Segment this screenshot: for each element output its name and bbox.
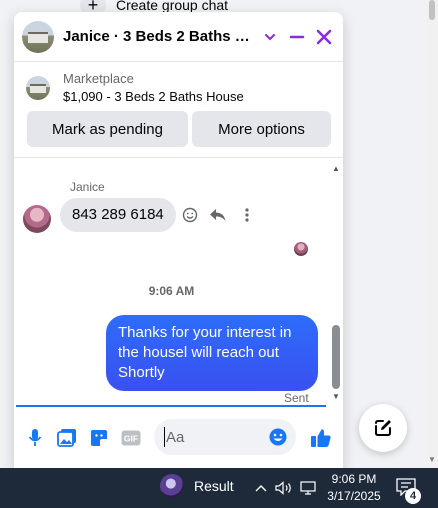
network-icon[interactable]	[299, 479, 317, 497]
chat-window: Janice · 3 Beds 2 Baths House Marketplac…	[14, 12, 343, 470]
gif-icon[interactable]: GIF	[120, 427, 142, 449]
mark-as-pending-button[interactable]: Mark as pending	[27, 111, 188, 147]
microphone-icon[interactable]	[24, 427, 46, 449]
page-scrollbar[interactable]: ▼	[426, 0, 438, 468]
system-clock[interactable]: 9:06 PM 3/17/2025	[324, 471, 384, 505]
chat-title[interactable]: Janice · 3 Beds 2 Baths House	[63, 28, 259, 45]
photo-icon[interactable]	[56, 427, 78, 449]
close-icon[interactable]	[312, 25, 336, 49]
taskbar-app-label: Result	[194, 478, 234, 494]
listing-thumbnail	[26, 76, 50, 100]
clock-date: 3/17/2025	[327, 489, 381, 503]
listing-avatar	[22, 20, 54, 53]
incoming-message[interactable]: 843 289 6184	[60, 198, 176, 232]
message-list[interactable]: Janice 843 289 6184 9:06 AM Thanks for y…	[14, 158, 343, 408]
message-input-box[interactable]	[154, 419, 296, 455]
scroll-down-arrow[interactable]: ▼	[332, 392, 340, 401]
composer-focus-line	[16, 405, 326, 407]
reply-icon[interactable]	[209, 206, 227, 224]
new-message-button[interactable]	[359, 404, 407, 452]
message-timestamp: 9:06 AM	[148, 284, 195, 298]
sender-name: Janice	[70, 180, 105, 194]
gif-label: GIF	[124, 434, 138, 444]
listing-title: $1,090 - 3 Beds 2 Baths House	[63, 89, 244, 104]
like-icon[interactable]	[309, 426, 333, 450]
scroll-up-arrow[interactable]: ▲	[332, 164, 340, 173]
minimize-icon[interactable]	[285, 25, 309, 49]
chat-scrollbar[interactable]: ▲ ▼	[331, 158, 341, 408]
smiley-react-icon[interactable]	[181, 206, 199, 224]
background-right-panel	[342, 0, 438, 468]
taskbar: Result 9:06 PM 3/17/2025 4	[0, 468, 438, 508]
page-scroll-down-arrow[interactable]: ▼	[428, 455, 436, 464]
chat-scrollbar-thumb[interactable]	[332, 325, 340, 389]
message-status: Sent	[284, 391, 309, 405]
emoji-icon[interactable]	[268, 427, 288, 447]
sticker-icon[interactable]	[88, 427, 110, 449]
speaker-icon[interactable]	[275, 479, 293, 497]
notification-badge: 4	[405, 488, 421, 504]
message-input[interactable]	[164, 427, 264, 447]
listing-card[interactable]: Marketplace $1,090 - 3 Beds 2 Baths Hous…	[26, 70, 244, 106]
compose-icon	[375, 420, 391, 436]
seen-avatar	[294, 242, 308, 256]
more-icon[interactable]	[238, 206, 256, 224]
outgoing-message[interactable]: Thanks for your interest in the housel w…	[106, 315, 318, 391]
more-options-button[interactable]: More options	[192, 111, 331, 147]
chevron-down-icon[interactable]	[258, 25, 282, 49]
composer: GIF	[14, 417, 343, 467]
app-icon	[160, 474, 184, 498]
chat-header[interactable]: Janice · 3 Beds 2 Baths House	[14, 12, 343, 62]
chevron-up-icon[interactable]	[252, 479, 270, 497]
page-scrollbar-thumb[interactable]	[429, 0, 435, 20]
taskbar-app[interactable]: Result	[160, 474, 234, 498]
avatar[interactable]	[23, 205, 51, 233]
clock-time: 9:06 PM	[331, 472, 377, 486]
listing-source: Marketplace	[63, 71, 134, 86]
